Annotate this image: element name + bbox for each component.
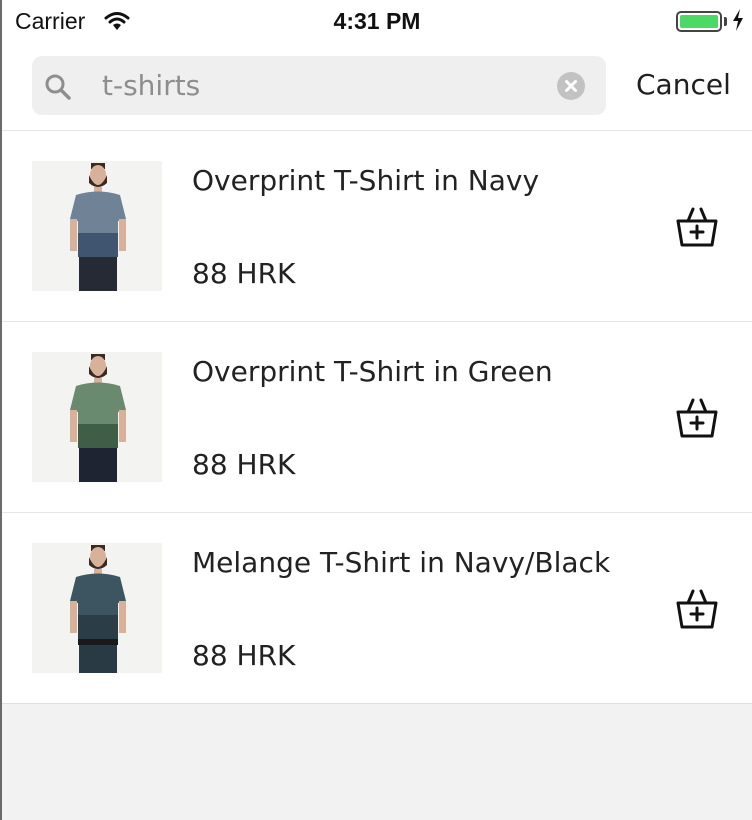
product-image[interactable] xyxy=(32,352,162,482)
add-to-basket-icon xyxy=(676,207,718,247)
battery-tip xyxy=(724,17,727,26)
battery-icon xyxy=(676,11,722,32)
clear-icon[interactable] xyxy=(557,72,585,100)
product-name: Overprint T-Shirt in Navy xyxy=(192,164,540,197)
charging-bolt-icon xyxy=(732,9,744,35)
add-to-basket-button[interactable] xyxy=(674,205,720,251)
product-image[interactable] xyxy=(32,161,162,291)
status-bar: Carrier 4:31 PM xyxy=(2,0,752,44)
product-name: Melange T-Shirt in Navy/Black xyxy=(192,546,611,579)
cancel-button[interactable]: Cancel xyxy=(636,68,731,101)
search-results-screen: Carrier 4:31 PM t-shirts Cancel Overprin… xyxy=(0,0,752,820)
product-price: 88 HRK xyxy=(192,639,296,672)
list-item[interactable]: Overprint T-Shirt in Green 88 HRK xyxy=(2,321,752,512)
add-to-basket-button[interactable] xyxy=(674,396,720,442)
search-header: Cancel xyxy=(2,44,752,130)
list-item[interactable]: Melange T-Shirt in Navy/Black 88 HRK xyxy=(2,512,752,704)
product-price: 88 HRK xyxy=(192,257,296,290)
clock-label: 4:31 PM xyxy=(333,8,421,34)
battery-level xyxy=(680,15,718,28)
product-price: 88 HRK xyxy=(192,448,296,481)
search-box[interactable] xyxy=(32,56,606,115)
results-list: Overprint T-Shirt in Navy 88 HRK Overpri… xyxy=(2,130,752,704)
add-to-basket-icon xyxy=(676,589,718,629)
add-to-basket-button[interactable] xyxy=(674,587,720,633)
add-to-basket-icon xyxy=(676,398,718,438)
product-image[interactable] xyxy=(32,543,162,673)
product-name: Overprint T-Shirt in Green xyxy=(192,355,553,388)
search-input[interactable] xyxy=(102,56,542,115)
list-item[interactable]: Overprint T-Shirt in Navy 88 HRK xyxy=(2,130,752,321)
search-icon xyxy=(44,73,72,105)
